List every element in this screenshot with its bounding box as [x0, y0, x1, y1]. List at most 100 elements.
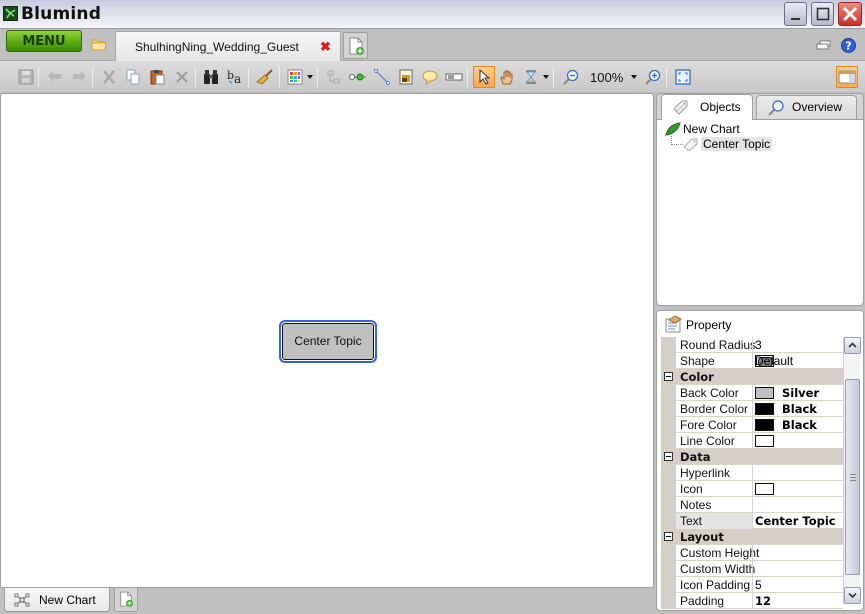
delete-icon[interactable] [172, 67, 192, 87]
property-value-cell[interactable]: Center Topic [752, 513, 842, 529]
add-image-icon[interactable] [396, 67, 416, 87]
mindmap-canvas[interactable]: Center Topic [0, 93, 654, 588]
property-value-cell[interactable]: 12 [752, 593, 842, 609]
property-scrollbar[interactable] [843, 337, 861, 604]
add-progress-bar-icon[interactable] [444, 67, 464, 87]
cloud-icon[interactable] [816, 39, 832, 53]
property-value-cell[interactable] [752, 545, 842, 561]
property-category-color[interactable]: Color [661, 369, 843, 385]
property-row-hyperlink[interactable]: Hyperlink [661, 465, 843, 481]
toggle-sidebar-icon[interactable] [836, 66, 858, 88]
document-tab[interactable]: ShulhingNing_Wedding_Guest ✖ [115, 31, 341, 61]
row-gutter [661, 481, 676, 497]
property-value-cell[interactable]: Silver [752, 385, 842, 401]
property-row-line-color[interactable]: Line Color [661, 433, 843, 449]
zoom-out-icon[interactable] [561, 67, 581, 87]
property-row-icon[interactable]: Icon [661, 481, 843, 497]
new-document-button[interactable] [343, 32, 368, 59]
minimize-button[interactable] [784, 2, 807, 26]
zoom-level[interactable]: 100% [590, 70, 623, 85]
maximize-button[interactable] [811, 2, 834, 26]
chart-tab-new-chart[interactable]: New Chart [4, 588, 110, 612]
property-row-custom-height[interactable]: Custom Height [661, 545, 843, 561]
hand-tool-icon[interactable] [497, 67, 517, 87]
collapse-toggle-icon[interactable] [664, 452, 673, 461]
property-panel-header: Property [657, 311, 863, 338]
collapse-toggle-icon[interactable] [664, 532, 673, 541]
help-icon[interactable]: ? [841, 38, 856, 56]
property-row-shape[interactable]: Shape Default [661, 353, 843, 369]
app-title: Blumind [21, 4, 102, 24]
add-subtopic-icon[interactable] [324, 67, 344, 87]
close-tab-icon[interactable]: ✖ [320, 39, 331, 55]
property-row-fore-color[interactable]: Fore Color Black [661, 417, 843, 433]
draw-line-icon[interactable] [372, 67, 392, 87]
paste-icon[interactable] [148, 67, 168, 87]
zoom-level-dropdown-icon[interactable] [631, 75, 637, 79]
property-value-cell[interactable]: Default [752, 353, 842, 369]
color-theme-dropdown-icon[interactable] [307, 75, 313, 79]
property-row-custom-width[interactable]: Custom Width [661, 561, 843, 577]
add-link-icon[interactable] [348, 67, 368, 87]
property-row-back-color[interactable]: Back Color Silver [661, 385, 843, 401]
property-value-cell[interactable] [752, 497, 842, 513]
property-row-padding[interactable]: Padding 12 [661, 593, 843, 609]
property-value-cell[interactable]: Black [752, 417, 842, 433]
property-row-icon-padding[interactable]: Icon Padding 5 [661, 577, 843, 593]
color-theme-icon[interactable] [285, 67, 305, 87]
replace-icon[interactable]: ba [225, 67, 245, 87]
property-value-cell[interactable]: 3 [752, 337, 842, 353]
center-topic-node[interactable]: Center Topic [279, 320, 377, 363]
property-value-cell[interactable] [752, 433, 842, 449]
save-icon[interactable] [16, 67, 36, 87]
timer-hourglass-icon[interactable] [521, 67, 541, 87]
scroll-up-button[interactable] [844, 337, 861, 354]
format-painter-broom-icon[interactable] [255, 67, 275, 87]
property-row-round-radius[interactable]: Round Radius 3 [661, 337, 843, 353]
category-label: Layout [680, 530, 724, 544]
property-value: Black [782, 402, 817, 416]
property-name: Fore Color [680, 418, 737, 432]
copy-icon[interactable] [123, 67, 143, 87]
select-pointer-icon[interactable] [473, 66, 495, 88]
add-callout-icon[interactable] [420, 67, 440, 87]
toolbar-separator [553, 67, 554, 87]
undo-icon[interactable] [45, 67, 65, 87]
property-value-cell[interactable] [752, 481, 842, 497]
tab-objects[interactable]: Objects [661, 94, 753, 120]
property-category-data[interactable]: Data [661, 449, 843, 465]
cut-icon[interactable] [99, 67, 119, 87]
property-name: Text [676, 513, 752, 529]
property-panel: Property Round Radius 3 Shape Default Color B… [656, 310, 864, 611]
property-row-border-color[interactable]: Border Color Black [661, 401, 843, 417]
row-gutter [661, 497, 676, 513]
property-value-cell[interactable]: Black [752, 401, 842, 417]
collapse-toggle-icon[interactable] [664, 372, 673, 381]
property-name: Notes [680, 498, 712, 512]
chart-tab-label: New Chart [39, 593, 96, 607]
scrollbar-thumb[interactable] [845, 379, 860, 575]
property-value-cell[interactable]: 5 [752, 577, 842, 593]
menu-button[interactable]: MENU [6, 30, 82, 52]
row-gutter [661, 401, 676, 417]
property-row-text[interactable]: Text Center Topic [661, 513, 843, 529]
zoom-in-icon[interactable] [643, 67, 663, 87]
color-swatch [755, 403, 774, 415]
tree-item-label: New Chart [683, 122, 740, 136]
tab-overview-label: Overview [792, 100, 843, 114]
redo-icon[interactable] [69, 67, 89, 87]
property-value: Center Topic [755, 514, 836, 528]
scroll-down-button[interactable] [844, 587, 861, 604]
new-chart-button[interactable] [114, 588, 138, 612]
open-folder-icon[interactable] [91, 38, 107, 54]
close-button[interactable] [838, 2, 862, 26]
find-binoculars-icon[interactable] [201, 67, 221, 87]
timer-dropdown-icon[interactable] [543, 75, 549, 79]
fit-to-window-icon[interactable] [673, 67, 693, 87]
property-row-notes[interactable]: Notes [661, 497, 843, 513]
tab-overview[interactable]: Overview [756, 95, 857, 119]
property-category-layout[interactable]: Layout [661, 529, 843, 545]
property-value-cell[interactable] [752, 561, 842, 577]
property-value-cell[interactable] [752, 465, 842, 481]
magnifier-icon [768, 100, 784, 116]
